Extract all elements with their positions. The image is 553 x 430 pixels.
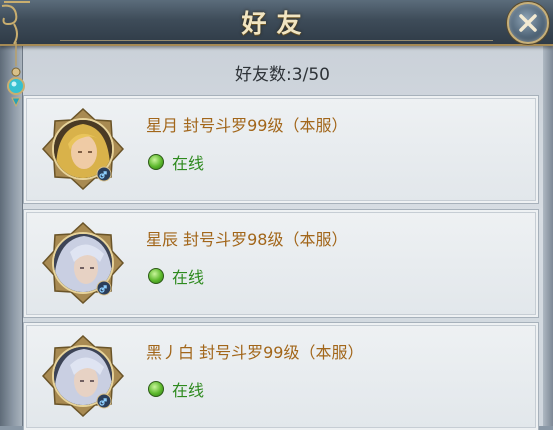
right-frame-rail	[543, 44, 553, 426]
status-text: 在线	[172, 154, 205, 173]
friends-dialog: 好友 好友数:3/50 星月 封号斗罗99级（本服） 在线 星辰 封号斗罗98级…	[0, 0, 553, 430]
status-text: 在线	[172, 381, 205, 400]
friend-count: 好友数:3/50	[235, 65, 330, 85]
friend-name: 星辰 封号斗罗98级（本服）	[146, 230, 348, 249]
silver-hair-portrait-icon	[42, 335, 124, 417]
status-text: 在线	[172, 268, 205, 287]
blonde-hair-portrait-icon	[42, 108, 124, 190]
friend-card[interactable]: 黑丿白 封号斗罗99级（本服） 在线	[23, 322, 539, 430]
friend-card[interactable]: 星月 封号斗罗99级（本服） 在线	[23, 95, 539, 204]
online-dot-icon	[148, 154, 164, 170]
friend-name: 黑丿白 封号斗罗99级（本服）	[146, 343, 364, 362]
online-dot-icon	[148, 268, 164, 284]
silver-hair-portrait-icon	[42, 222, 124, 304]
online-status: 在线	[148, 264, 204, 288]
close-icon	[519, 14, 537, 32]
close-button[interactable]	[507, 2, 549, 44]
dialog-title: 好友	[241, 9, 312, 38]
online-dot-icon	[148, 381, 164, 397]
online-status: 在线	[148, 150, 204, 174]
friend-card[interactable]: 星辰 封号斗罗98级（本服） 在线	[23, 209, 539, 318]
title-bar: 好友	[0, 0, 553, 46]
friend-name: 星月 封号斗罗99级（本服）	[146, 116, 348, 135]
online-status: 在线	[148, 377, 204, 401]
